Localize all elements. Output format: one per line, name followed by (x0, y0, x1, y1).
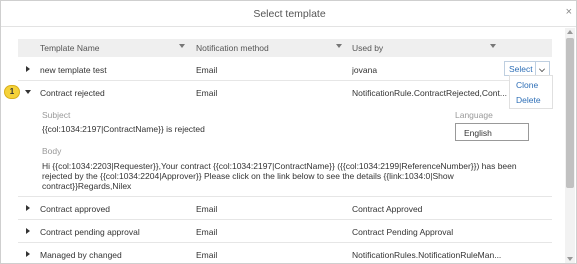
menu-item-clone[interactable]: Clone (516, 80, 538, 90)
language-label: Language (455, 110, 493, 120)
notification-method-cell: Email (196, 65, 218, 75)
body-value: Hi {{col:1034:2203|Requester}},Your cont… (42, 161, 517, 191)
template-name-cell: new template test (40, 65, 107, 75)
template-name-cell: Contract approved (40, 204, 110, 214)
select-dropdown-menu: Clone Delete (509, 75, 553, 109)
chevron-down-icon (539, 66, 545, 72)
dialog-title: Select template (253, 8, 326, 20)
close-icon[interactable]: × (566, 7, 572, 18)
notification-method-cell: Email (196, 227, 218, 237)
template-name-cell: Managed by changed (40, 250, 122, 260)
column-header-notification-method[interactable]: Notification method (196, 43, 269, 53)
language-field[interactable]: English (455, 123, 529, 141)
table-row[interactable]: Contract approved Email Contract Approve… (18, 197, 552, 220)
expand-arrow-icon[interactable] (26, 66, 30, 72)
used-by-cell: NotificationRules.NotificationRuleMan... (352, 250, 502, 260)
menu-item-delete[interactable]: Delete (516, 95, 541, 105)
table-row[interactable]: Contract pending approval Email Contract… (18, 220, 552, 243)
used-by-cell: Contract Pending Approval (352, 227, 454, 237)
column-header-template-name[interactable]: Template Name (40, 43, 100, 53)
dialog-titlebar: Select template × (1, 1, 576, 27)
table-row-expanded[interactable]: Contract rejected Email NotificationRule… (18, 81, 552, 104)
table-row[interactable]: Managed by changed Email NotificationRul… (18, 243, 552, 263)
template-detail-panel: Subject {{col:1034:2197|ContractName}} i… (18, 103, 552, 197)
select-button-group[interactable]: Select (504, 61, 550, 76)
subject-value: {{col:1034:2197|ContractName}} is reject… (42, 124, 205, 134)
notification-method-cell: Email (196, 88, 218, 98)
expand-arrow-icon[interactable] (26, 251, 30, 257)
table-header: Template Name Notification method Used b… (18, 39, 552, 57)
scroll-down-icon[interactable] (567, 257, 573, 261)
used-by-cell: Contract Approved (352, 204, 423, 214)
expand-arrow-icon[interactable] (26, 228, 30, 234)
used-by-cell: NotificationRule.ContractRejected,Cont..… (352, 88, 507, 98)
expand-arrow-icon[interactable] (26, 205, 30, 211)
chevron-down-icon[interactable] (490, 44, 496, 48)
select-template-dialog: Select template × Template Name Notifica… (0, 0, 577, 264)
notification-method-cell: Email (196, 250, 218, 260)
used-by-cell: jovana (352, 65, 378, 75)
subject-label: Subject (42, 110, 71, 120)
column-header-used-by[interactable]: Used by (352, 43, 383, 53)
body-label: Body (42, 146, 62, 156)
vertical-scrollbar[interactable] (565, 28, 575, 263)
scrollbar-thumb[interactable] (566, 38, 574, 188)
select-button[interactable]: Select (509, 64, 533, 74)
callout-badge: 1 (4, 85, 20, 99)
language-value: English (464, 128, 492, 138)
table-row[interactable]: new template test Email jovana Select (18, 58, 552, 81)
notification-method-cell: Email (196, 204, 218, 214)
chevron-down-icon[interactable] (336, 44, 342, 48)
template-name-cell: Contract pending approval (40, 227, 140, 237)
select-dropdown-toggle[interactable] (535, 62, 549, 75)
scroll-up-icon[interactable] (567, 30, 573, 34)
collapse-arrow-icon[interactable] (25, 90, 31, 94)
template-name-cell: Contract rejected (40, 88, 105, 98)
chevron-down-icon[interactable] (179, 44, 185, 48)
